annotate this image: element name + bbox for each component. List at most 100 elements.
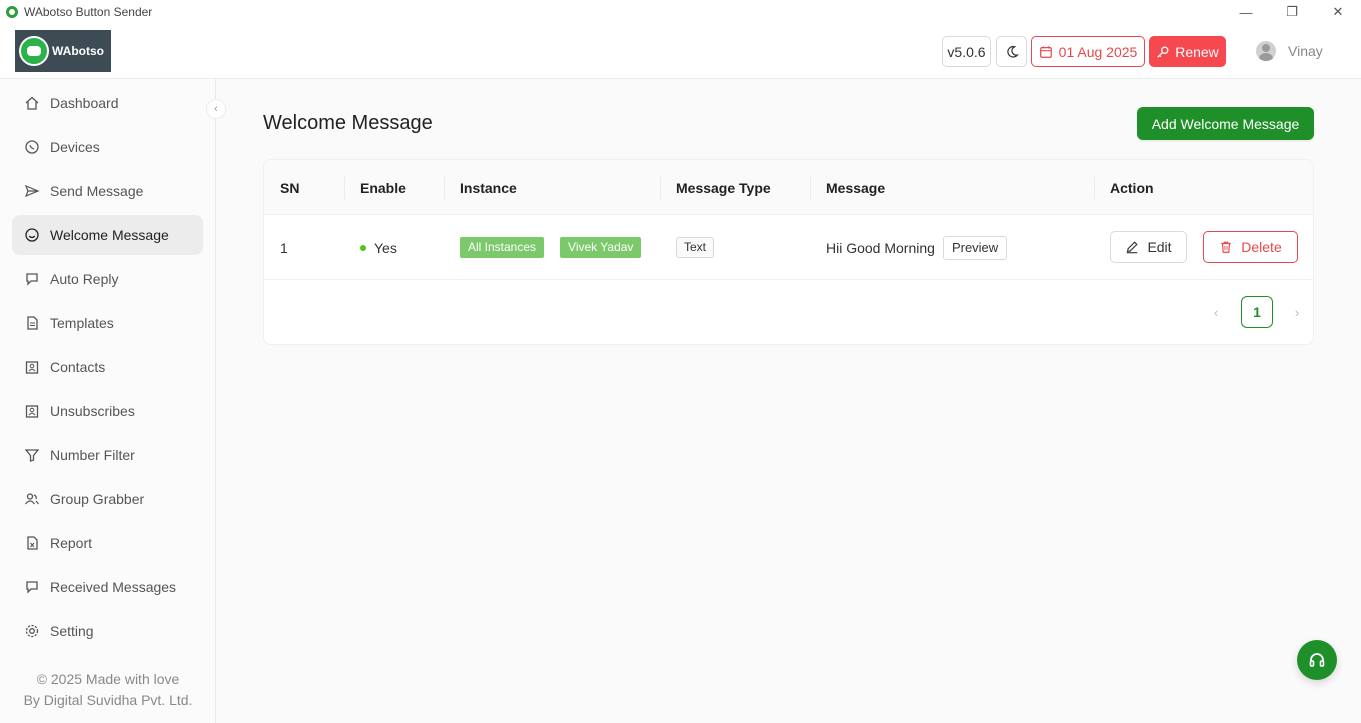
column-header-message: Message <box>826 179 886 196</box>
chevron-right-icon: › <box>1294 304 1300 320</box>
headset-icon <box>1309 653 1325 667</box>
smile-icon <box>25 228 39 242</box>
sidebar-item-label: Setting <box>50 623 94 639</box>
minimize-button[interactable]: — <box>1223 0 1269 24</box>
sidebar-item-auto-reply[interactable]: Auto Reply <box>12 259 203 299</box>
chevron-left-icon: ‹ <box>1213 304 1219 320</box>
column-header-message-type: Message Type <box>676 179 771 196</box>
sidebar-item-templates[interactable]: Templates <box>12 303 203 343</box>
sidebar-item-group-grabber[interactable]: Group Grabber <box>12 479 203 519</box>
key-icon <box>1157 46 1169 58</box>
sidebar-item-label: Contacts <box>50 359 106 375</box>
pagination-next[interactable]: › <box>1285 296 1309 328</box>
calendar-icon <box>1039 45 1052 58</box>
sidebar: ‹ Dashboard Devices Send Message Welcome… <box>0 79 226 723</box>
sidebar-item-setting[interactable]: Setting <box>12 611 203 651</box>
robot-icon <box>19 36 49 66</box>
sidebar-item-label: Group Grabber <box>50 491 145 507</box>
sidebar-footer: © 2025 Made with love By Digital Suvidha… <box>0 669 216 711</box>
pencil-icon <box>1127 241 1139 254</box>
sidebar-item-label: Auto Reply <box>50 271 119 287</box>
table-row: 1 Yes All Instances Vivek Yadav Text Hii… <box>264 215 1313 280</box>
file-icon <box>27 316 38 330</box>
cell-enable: Yes <box>360 215 397 280</box>
footer-copyright: © 2025 Made with love <box>36 671 180 687</box>
enable-status: Yes <box>374 239 397 256</box>
sidebar-item-label: Received Messages <box>50 579 177 595</box>
user-name: Vinay <box>1288 43 1323 59</box>
collapse-sidebar-button[interactable]: ‹ <box>206 99 226 119</box>
close-button[interactable]: ✕ <box>1315 0 1361 24</box>
table-header: SN Enable Instance Message Type Message … <box>264 160 1313 215</box>
sidebar-item-received-messages[interactable]: Received Messages <box>12 567 203 607</box>
send-icon <box>24 184 40 198</box>
edit-button[interactable]: Edit <box>1110 231 1187 263</box>
column-divider <box>1094 177 1095 199</box>
sidebar-item-label: Report <box>50 535 93 551</box>
column-divider <box>810 177 811 199</box>
sidebar-item-send-message[interactable]: Send Message <box>12 171 203 211</box>
renew-label: Renew <box>1175 43 1219 60</box>
sidebar-item-label: Dashboard <box>50 95 119 111</box>
restore-button[interactable]: ❐ <box>1269 0 1315 24</box>
preview-button[interactable]: Preview <box>942 235 1008 260</box>
logo: WAbotso <box>15 30 111 72</box>
cell-message: Hii Good Morning Preview <box>826 215 1008 280</box>
chat-icon <box>26 581 38 594</box>
sidebar-item-label: Welcome Message <box>50 227 169 243</box>
message-text: Hii Good Morning <box>826 239 935 256</box>
chevron-left-icon: ‹ <box>214 103 218 115</box>
sidebar-item-welcome-message[interactable]: Welcome Message <box>12 215 203 255</box>
instance-tag: All Instances <box>460 237 545 258</box>
pagination-prev[interactable]: ‹ <box>1204 296 1228 328</box>
sidebar-item-report[interactable]: Report <box>12 523 203 563</box>
delete-button[interactable]: Delete <box>1203 231 1298 263</box>
home-icon <box>25 96 39 110</box>
sidebar-item-label: Unsubscribes <box>50 403 135 419</box>
support-button[interactable] <box>1297 640 1337 680</box>
sidebar-item-dashboard[interactable]: Dashboard <box>12 83 203 123</box>
sidebar-item-number-filter[interactable]: Number Filter <box>12 435 203 475</box>
sidebar-item-label: Number Filter <box>50 447 135 463</box>
cell-instance: All Instances Vivek Yadav <box>460 215 657 280</box>
contacts-icon <box>25 361 39 374</box>
page-title: Welcome Message <box>263 112 433 134</box>
theme-toggle-button[interactable] <box>996 36 1027 67</box>
whatsapp-icon <box>25 140 39 154</box>
column-header-action: Action <box>1110 179 1154 196</box>
app-icon <box>6 6 18 18</box>
trash-icon <box>1221 241 1232 253</box>
column-divider <box>660 177 661 199</box>
cell-message-type: Text <box>676 215 715 280</box>
window-controls: — ❐ ✕ <box>1223 0 1361 24</box>
chat-icon <box>26 273 38 286</box>
window-titlebar: WAbotso Button Sender — ❐ ✕ <box>0 0 1361 24</box>
expiry-date-button[interactable]: 01 Aug 2025 <box>1031 36 1145 67</box>
expiry-date: 01 Aug 2025 <box>1058 43 1138 60</box>
renew-button[interactable]: Renew <box>1149 36 1226 67</box>
group-icon <box>24 493 39 505</box>
pagination-page-current[interactable]: 1 <box>1241 296 1273 328</box>
moon-icon <box>1006 45 1019 58</box>
cell-sn: 1 <box>280 239 288 256</box>
column-header-instance: Instance <box>460 179 517 196</box>
contacts-icon <box>25 405 39 418</box>
edit-label: Edit <box>1147 239 1172 255</box>
footer-company: By Digital Suvidha Pvt. Ltd. <box>23 692 193 708</box>
sidebar-item-unsubscribes[interactable]: Unsubscribes <box>12 391 203 431</box>
user-menu[interactable]: Vinay <box>1256 41 1323 61</box>
app-header: WAbotso v5.0.6 01 Aug 2025 Renew Vinay <box>0 24 1361 79</box>
avatar <box>1256 41 1276 61</box>
gear-icon <box>25 624 39 638</box>
column-divider <box>444 177 445 199</box>
message-type-tag: Text <box>676 237 715 258</box>
sidebar-item-contacts[interactable]: Contacts <box>12 347 203 387</box>
sidebar-item-label: Devices <box>50 139 100 155</box>
sidebar-item-label: Templates <box>50 315 114 331</box>
sidebar-item-devices[interactable]: Devices <box>12 127 203 167</box>
version-badge: v5.0.6 <box>942 36 991 67</box>
window-title: WAbotso Button Sender <box>24 5 153 19</box>
instance-tag: Vivek Yadav <box>560 237 642 258</box>
column-header-enable: Enable <box>360 179 406 196</box>
add-welcome-message-button[interactable]: Add Welcome Message <box>1137 107 1314 140</box>
